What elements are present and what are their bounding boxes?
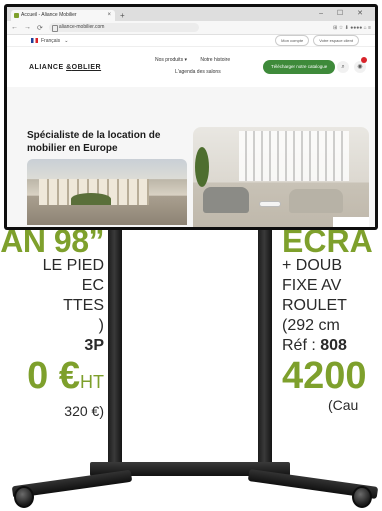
reload-icon[interactable]: ⟳ xyxy=(37,24,43,32)
french-flag-icon xyxy=(31,38,38,43)
site-logo[interactable]: ALIANCE &OBLIER xyxy=(29,64,101,71)
client-space-button[interactable]: Votre espace client xyxy=(313,35,359,46)
product-right-ref-label: Réf : xyxy=(282,337,316,354)
product-right-desc-2: FIXE AV xyxy=(282,277,342,294)
browser-toolbar-icons[interactable]: ⊞ ☆ ⬇ ●●●● ⌂ ≡ xyxy=(333,25,371,31)
product-left-ref: 3P xyxy=(84,337,104,354)
product-left-desc-1: LE PIED xyxy=(42,257,104,274)
product-right-title: ÉCRA xyxy=(282,226,373,259)
hero-title: Spécialiste de la location de mobilier e… xyxy=(27,130,161,154)
product-right-info: ÉCRA + DOUB FIXE AV ROULET (292 cm Réf :… xyxy=(282,226,382,414)
product-left-title: AN 98” xyxy=(0,223,104,259)
browser-tab[interactable]: Accueil - Aliance Mobilier × xyxy=(11,10,115,21)
city-hall-photo xyxy=(27,159,187,225)
language-selector[interactable]: Français xyxy=(41,38,60,44)
product-right-ttc: (Cau xyxy=(328,397,359,413)
browser-tab-strip: Accueil - Aliance Mobilier × + – ☐ ✕ xyxy=(7,7,375,21)
product-left-ttc: 320 €) xyxy=(64,403,104,419)
window-controls[interactable]: – ☐ ✕ xyxy=(319,9,369,17)
account-button[interactable]: Mon compte xyxy=(275,35,310,46)
photo-overlay-card xyxy=(333,217,369,227)
stand-pole-left xyxy=(108,226,122,476)
logo-word-2: OBLIER xyxy=(71,63,102,71)
account-links: Mon compte Votre espace client xyxy=(275,35,359,46)
logo-word-1: ALIANCE xyxy=(29,63,64,71)
new-tab-button[interactable]: + xyxy=(120,10,125,21)
product-right-desc-1: + DOUB xyxy=(282,257,343,274)
window-wall xyxy=(239,131,349,181)
chevron-down-icon[interactable]: ⌄ xyxy=(64,38,68,44)
product-right-ref-value: 808 xyxy=(320,337,347,354)
nav-agenda[interactable]: L'agenda des salons xyxy=(175,69,221,75)
hero-section: Spécialiste de la location de mobilier e… xyxy=(7,87,375,227)
main-nav: Nos produits ▾ Notre histoire L'agenda d… xyxy=(155,57,242,81)
site-top-bar: Français ⌄ Mon compte Votre espace clien… xyxy=(7,35,375,47)
catalogue-download-button[interactable]: Télécharger notre catalogue xyxy=(263,60,336,74)
browser-window: Accueil - Aliance Mobilier × + – ☐ ✕ ← →… xyxy=(7,7,375,227)
site-header: ALIANCE &OBLIER Nos produits ▾ Notre his… xyxy=(7,47,375,87)
tv-screen-frame: Accueil - Aliance Mobilier × + – ☐ ✕ ← →… xyxy=(4,4,378,230)
browser-tab-title: Accueil - Aliance Mobilier xyxy=(21,12,77,18)
product-right-desc-4: (292 cm xyxy=(282,317,340,334)
product-right-ref: Réf : 808 xyxy=(282,336,382,356)
address-bar-row: ← → ⟳ aliance-mobilier.com ⊞ ☆ ⬇ ●●●● ⌂ … xyxy=(7,21,375,35)
product-left-price-suffix: HT xyxy=(80,372,104,392)
notification-badge xyxy=(361,57,367,63)
coffee-table xyxy=(259,201,281,207)
tree-icon xyxy=(71,193,111,205)
search-icon[interactable]: ⌕ xyxy=(337,61,349,73)
product-left-price: 0 €HT xyxy=(0,356,104,402)
url-input[interactable]: aliance-mobilier.com xyxy=(48,23,199,32)
product-left-desc-3: TTES xyxy=(63,297,104,314)
nav-history[interactable]: Notre histoire xyxy=(200,57,230,63)
product-left-info: AN 98” LE PIED EC TTES ) 3P 0 €HT 320 €) xyxy=(0,223,104,420)
armchair-light xyxy=(289,189,343,213)
caster-wheel-icon xyxy=(352,486,372,508)
back-arrow-icon[interactable]: ← xyxy=(11,24,18,31)
close-tab-icon[interactable]: × xyxy=(107,10,111,21)
lounge-photo xyxy=(193,127,369,227)
product-left-price-value: 0 € xyxy=(27,355,80,397)
nav-products[interactable]: Nos produits ▾ xyxy=(155,57,187,63)
plant-icon xyxy=(195,147,209,187)
favicon-icon xyxy=(14,13,19,18)
stand-pole-right xyxy=(258,226,272,476)
product-left-desc-4: ) xyxy=(98,317,104,334)
product-right-desc-3: ROULET xyxy=(282,297,347,314)
product-right-price: 4200 xyxy=(282,355,367,397)
forward-arrow-icon[interactable]: → xyxy=(24,24,31,31)
product-left-desc-2: EC xyxy=(81,277,104,294)
product-display: AN 98” LE PIED EC TTES ) 3P 0 €HT 320 €)… xyxy=(0,0,382,511)
caster-wheel-icon xyxy=(14,486,34,508)
armchair-dark xyxy=(203,187,249,213)
